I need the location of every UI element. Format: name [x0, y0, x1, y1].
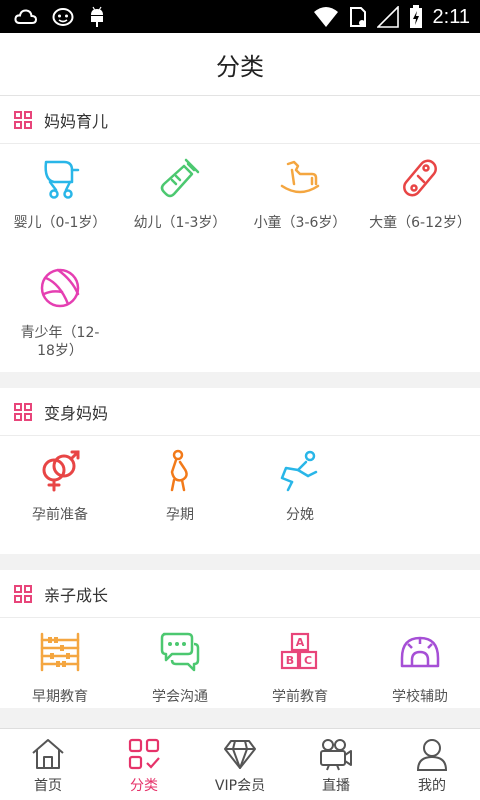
nav-label: 分类	[130, 778, 158, 794]
battery-icon	[409, 5, 422, 28]
category-infant[interactable]: 婴儿（0-1岁）	[0, 144, 120, 254]
grid-icon	[14, 584, 32, 603]
nav-live[interactable]: 直播	[288, 729, 384, 800]
nav-profile[interactable]: 我的	[384, 729, 480, 800]
profile-icon	[416, 739, 448, 771]
page-header: 分类	[0, 33, 480, 96]
cloud-icon	[14, 9, 38, 24]
category-label: 大童（6-12岁）	[369, 215, 471, 231]
section-header: 变身妈妈	[0, 388, 480, 436]
category-preschool[interactable]: 小童（3-6岁）	[240, 144, 360, 254]
section-header: 亲子成长	[0, 570, 480, 618]
category-label: 早期教育	[32, 689, 88, 705]
video-camera-icon	[320, 739, 352, 771]
category-grid: 孕前准备 孕期 分娩	[0, 436, 480, 554]
page-title: 分类	[216, 52, 264, 81]
category-label: 幼儿（1-3岁）	[133, 215, 227, 231]
nav-label: 我的	[418, 778, 446, 794]
category-label: 小童（3-6岁）	[253, 215, 347, 231]
category-toddler[interactable]: 幼儿（1-3岁）	[120, 144, 240, 254]
section-title: 变身妈妈	[44, 403, 109, 423]
category-label: 学会沟通	[152, 689, 208, 705]
abacus-icon	[40, 632, 80, 672]
face-icon	[52, 8, 74, 26]
category-grid: 婴儿（0-1岁） 幼儿（1-3岁） 小童（3-6岁） 大童（6-12岁） 青少年…	[0, 144, 480, 372]
status-bar: 2:11	[0, 0, 480, 33]
grid-icon	[14, 402, 32, 421]
category-teen[interactable]: 青少年（12-18岁）	[0, 254, 120, 364]
nav-category[interactable]: 分类	[96, 729, 192, 800]
chat-icon	[160, 632, 200, 672]
category-pre-pregnancy[interactable]: 孕前准备	[0, 436, 120, 546]
category-communication[interactable]: 学会沟通	[120, 618, 240, 708]
category-child[interactable]: 大童（6-12岁）	[360, 144, 480, 254]
section-parent-child-growth: 亲子成长 早期教育 学会沟通 ABC 学前教育 学校辅助	[0, 570, 480, 708]
category-label: 学前教育	[272, 689, 328, 705]
category-delivery[interactable]: 分娩	[240, 436, 360, 546]
svg-text:A: A	[296, 636, 305, 649]
pregnant-icon	[170, 449, 188, 492]
category-label: 婴儿（0-1岁）	[13, 215, 107, 231]
grid-icon	[14, 110, 32, 129]
section-title: 亲子成长	[44, 585, 109, 605]
category-school-assist[interactable]: 学校辅助	[360, 618, 480, 708]
section-header: 妈妈育儿	[0, 96, 480, 144]
nav-label: 直播	[322, 778, 350, 794]
category-icon	[128, 738, 160, 770]
category-label: 分娩	[286, 507, 314, 523]
category-grid: 早期教育 学会沟通 ABC 学前教育 学校辅助	[0, 618, 480, 708]
android-icon	[91, 6, 103, 27]
abc-blocks-icon: AB C	[280, 632, 318, 670]
nav-label: 首页	[34, 778, 62, 794]
section-becoming-mom: 变身妈妈 孕前准备 孕期 分娩	[0, 388, 480, 554]
protractor-icon	[400, 636, 440, 668]
home-icon	[32, 739, 64, 769]
baby-bottle-icon	[160, 158, 200, 198]
category-label: 孕前准备	[32, 507, 88, 523]
category-pregnancy[interactable]: 孕期	[120, 436, 240, 546]
section-title: 妈妈育儿	[44, 111, 109, 131]
category-early-education[interactable]: 早期教育	[0, 618, 120, 708]
sim-card-icon	[349, 7, 366, 27]
svg-text:B: B	[286, 654, 294, 667]
section-mom-parenting: 妈妈育儿 婴儿（0-1岁） 幼儿（1-3岁） 小童（3-6岁） 大童（6-12岁…	[0, 96, 480, 372]
wifi-icon	[313, 7, 338, 27]
rocking-horse-icon	[280, 160, 320, 194]
skateboard-icon	[403, 159, 437, 197]
category-label: 学校辅助	[392, 689, 448, 705]
stroller-icon	[44, 160, 80, 199]
delivery-icon	[280, 450, 318, 492]
category-label: 青少年（12-18岁）	[20, 325, 100, 359]
nav-label: VIP会员	[214, 778, 266, 794]
ball-icon	[40, 268, 80, 308]
bottom-navigation: 首页 分类 VIP会员 直播 我的	[0, 728, 480, 800]
gender-icon	[42, 450, 80, 492]
category-preschool-education[interactable]: ABC 学前教育	[240, 618, 360, 708]
svg-text:C: C	[304, 654, 312, 667]
category-list[interactable]: 妈妈育儿 婴儿（0-1岁） 幼儿（1-3岁） 小童（3-6岁） 大童（6-12岁…	[0, 96, 480, 728]
diamond-icon	[224, 740, 256, 769]
signal-icon	[376, 6, 399, 28]
status-time: 2:11	[432, 5, 470, 28]
category-label: 孕期	[166, 507, 194, 523]
nav-vip[interactable]: VIP会员	[192, 729, 288, 800]
nav-home[interactable]: 首页	[0, 729, 96, 800]
